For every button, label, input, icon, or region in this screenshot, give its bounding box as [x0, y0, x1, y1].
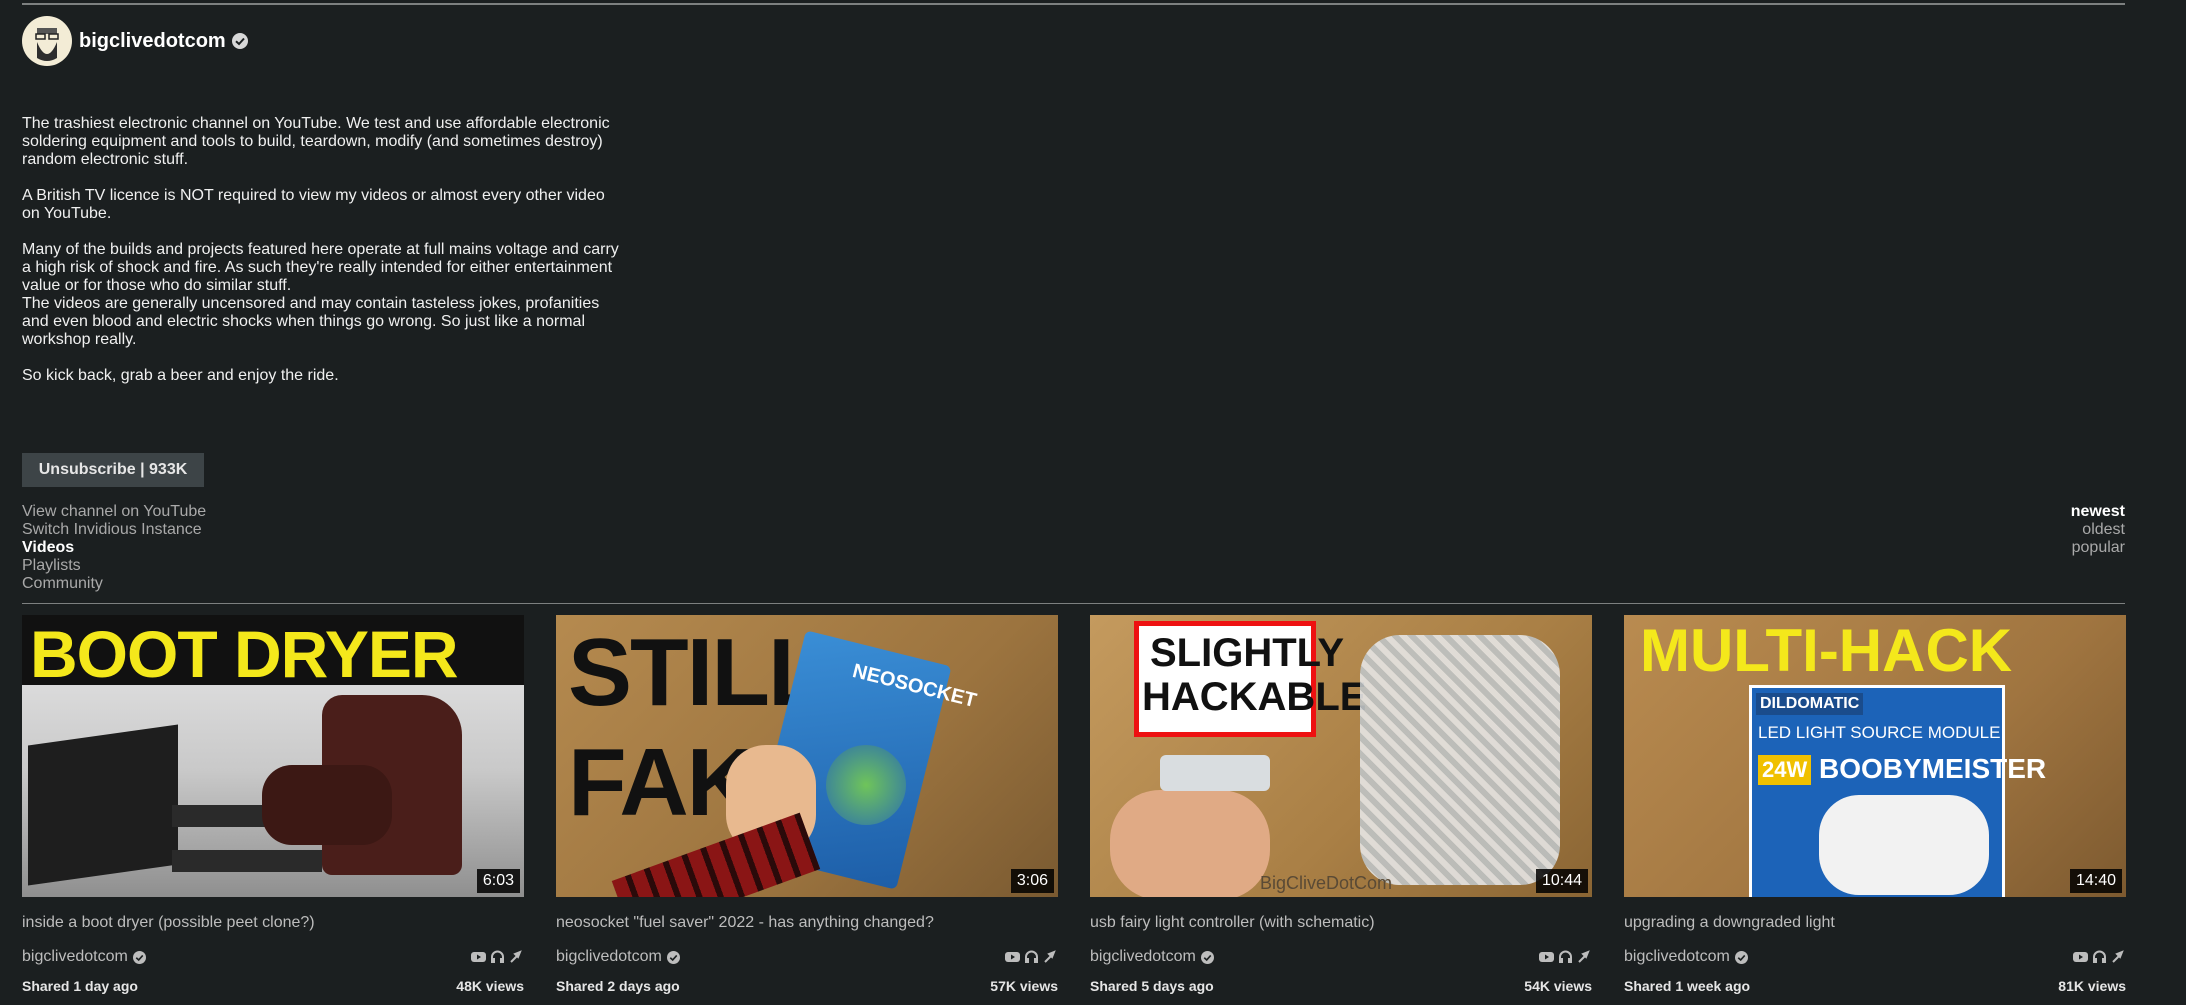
video-views: 81K views: [2058, 978, 2126, 994]
video-card: SLIGHTLY HACKABLE BigCliveDotCom 10:44 u…: [1090, 615, 1592, 994]
headphones-icon[interactable]: [1558, 950, 1573, 964]
switch-instance-link[interactable]: Switch Invidious Instance: [22, 521, 206, 539]
tab-community[interactable]: Community: [22, 575, 206, 593]
headphones-icon[interactable]: [1024, 950, 1039, 964]
video-thumbnail[interactable]: SLIGHTLY HACKABLE BigCliveDotCom 10:44: [1090, 615, 1592, 897]
video-thumbnail[interactable]: STILL FAKE NEOSOCKET 3:06: [556, 615, 1058, 897]
video-duration: 10:44: [1535, 869, 1588, 893]
video-author[interactable]: bigclivedotcom: [1090, 948, 1196, 966]
redirect-icon[interactable]: [1577, 950, 1592, 964]
video-views: 57K views: [990, 978, 1058, 994]
redirect-icon[interactable]: [1043, 950, 1058, 964]
video-card: STILL FAKE NEOSOCKET 3:06 neosocket "fue…: [556, 615, 1058, 994]
video-author[interactable]: bigclivedotcom: [22, 948, 128, 966]
video-duration: 3:06: [1010, 869, 1054, 893]
channel-avatar[interactable]: [22, 16, 72, 66]
youtube-icon[interactable]: [1005, 950, 1020, 964]
tab-playlists[interactable]: Playlists: [22, 557, 206, 575]
video-duration: 14:40: [2069, 869, 2122, 893]
sort-oldest[interactable]: oldest: [2071, 521, 2125, 539]
video-shared-time: Shared 1 week ago: [1624, 978, 1751, 994]
view-on-youtube-link[interactable]: View channel on YouTube: [22, 503, 206, 521]
video-thumbnail[interactable]: BOOT DRYER 6:03: [22, 615, 524, 897]
channel-description: The trashiest electronic channel on YouT…: [22, 115, 642, 403]
tab-videos[interactable]: Videos: [22, 539, 206, 557]
description-paragraph: So kick back, grab a beer and enjoy the …: [22, 367, 339, 384]
thumbnail-title-text: BOOT DRYER: [30, 617, 459, 691]
headphones-icon[interactable]: [2092, 950, 2107, 964]
youtube-icon[interactable]: [471, 950, 486, 964]
content-divider: [22, 603, 2125, 604]
video-views: 48K views: [456, 978, 524, 994]
channel-name: bigclivedotcom: [79, 29, 226, 52]
verified-icon: [666, 950, 680, 964]
product-box-watt: 24W: [1758, 755, 1812, 785]
video-author[interactable]: bigclivedotcom: [1624, 948, 1730, 966]
video-card: MULTI-HACK DILDOMATIC LED LIGHT SOURCE M…: [1624, 615, 2126, 994]
video-shared-time: Shared 1 day ago: [22, 978, 138, 994]
product-box-line: LED LIGHT SOURCE MODULE: [1758, 723, 2001, 742]
channel-header: bigclivedotcom: [22, 16, 248, 66]
video-card: BOOT DRYER 6:03 inside a boot dryer (pos…: [22, 615, 524, 994]
sort-nav: newest oldest popular: [2071, 503, 2125, 557]
video-title[interactable]: upgrading a downgraded light: [1624, 914, 2126, 934]
redirect-icon[interactable]: [509, 950, 524, 964]
thumbnail-title-line: HACKABLE: [1142, 675, 1367, 719]
video-views: 54K views: [1524, 978, 1592, 994]
verified-icon: [231, 33, 248, 49]
video-shared-time: Shared 2 days ago: [556, 978, 680, 994]
youtube-icon[interactable]: [1539, 950, 1554, 964]
video-title[interactable]: neosocket "fuel saver" 2022 - has anythi…: [556, 914, 1058, 934]
video-grid: BOOT DRYER 6:03 inside a boot dryer (pos…: [22, 615, 2126, 994]
thumbnail-title-line: SLIGHTLY: [1150, 631, 1345, 675]
thumbnail-title-text: MULTI-HACK: [1640, 617, 2013, 684]
description-paragraph: Many of the builds and projects featured…: [22, 241, 619, 348]
video-thumbnail[interactable]: MULTI-HACK DILDOMATIC LED LIGHT SOURCE M…: [1624, 615, 2126, 897]
unsubscribe-button[interactable]: Unsubscribe | 933K: [22, 453, 204, 487]
video-duration: 6:03: [476, 869, 520, 893]
sort-popular[interactable]: popular: [2071, 539, 2125, 557]
product-box-brand: DILDOMATIC: [1756, 693, 1864, 715]
headphones-icon[interactable]: [490, 950, 505, 964]
product-box-line: BOOBYMEISTER: [1819, 753, 2047, 784]
redirect-icon[interactable]: [2111, 950, 2126, 964]
verified-icon: [1734, 950, 1748, 964]
video-author[interactable]: bigclivedotcom: [556, 948, 662, 966]
verified-icon: [132, 950, 146, 964]
top-divider: [22, 3, 2125, 5]
video-title[interactable]: inside a boot dryer (possible peet clone…: [22, 914, 524, 934]
description-paragraph: A British TV licence is NOT required to …: [22, 187, 605, 222]
sort-newest[interactable]: newest: [2071, 503, 2125, 521]
description-paragraph: The trashiest electronic channel on YouT…: [22, 115, 610, 168]
avatar-face-icon: [35, 28, 59, 61]
video-title[interactable]: usb fairy light controller (with schemat…: [1090, 914, 1592, 934]
channel-nav: View channel on YouTube Switch Invidious…: [22, 503, 206, 593]
verified-icon: [1200, 950, 1214, 964]
youtube-icon[interactable]: [2073, 950, 2088, 964]
video-shared-time: Shared 5 days ago: [1090, 978, 1214, 994]
thumbnail-watermark: BigCliveDotCom: [1260, 873, 1393, 893]
